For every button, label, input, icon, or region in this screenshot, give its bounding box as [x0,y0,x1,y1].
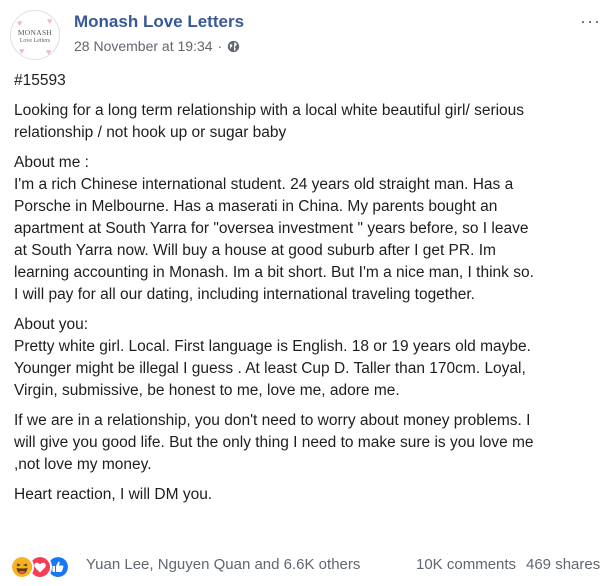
post-paragraph-relationship: If we are in a relationship, you don't n… [14,410,604,476]
post-header: ♥ ♥ ♥ ♥ MONASH Love Letters Monash Love … [10,10,603,60]
post-timestamp[interactable]: 28 November at 19:34 [74,38,213,54]
post-line: If we are in a relationship, you don't n… [14,412,531,429]
post-line: About you: [14,316,89,333]
post-line: About me : [14,154,89,171]
page-name-link[interactable]: Monash Love Letters [74,12,244,32]
shares-count-link[interactable]: 469 shares [526,556,600,573]
post-paragraph-closing: Heart reaction, I will DM you. [14,484,604,506]
post-body: #15593 Looking for a long term relations… [14,70,604,514]
post-meta: 28 November at 19:34 · [74,38,240,54]
post-line: I'm a rich Chinese international student… [14,176,514,193]
comments-count-link[interactable]: 10K comments [416,556,516,573]
globe-icon[interactable] [227,40,240,53]
avatar-logo-text: MONASH [17,28,53,37]
meta-separator: · [217,38,223,54]
post-line: apartment at South Yarra for "oversea in… [14,220,529,237]
post-line: Pretty white girl. Local. First language… [14,338,531,355]
post-line: learning accounting in Monash. Im a bit … [14,264,534,281]
heart-decoration-icon: ♥ [19,46,25,56]
post-line: ,not love my money. [14,456,152,473]
haha-reaction-icon[interactable] [10,555,34,579]
post-line: Heart reaction, I will DM you. [14,486,213,503]
heart-decoration-icon: ♥ [47,16,53,26]
post-line: Virgin, submissive, be honest to me, lov… [14,382,400,399]
reaction-summary-link[interactable]: Yuan Lee, Nguyen Quan and 6.6K others [86,556,360,573]
post-line: Looking for a long term relationship wit… [14,102,525,119]
post-line: #15593 [14,72,66,89]
post-tag: #15593 [14,70,604,92]
page-avatar[interactable]: ♥ ♥ ♥ ♥ MONASH Love Letters [10,10,60,60]
more-options-icon[interactable]: ··· [580,12,601,30]
post-line: will give you good life. But the only th… [14,434,534,451]
post-line: Younger might be illegal I guess . At le… [14,360,526,377]
heart-decoration-icon: ♥ [17,18,23,28]
heart-decoration-icon: ♥ [46,47,52,57]
post-footer: Yuan Lee, Nguyen Quan and 6.6K others 10… [10,553,603,579]
post-paragraph-intro: Looking for a long term relationship wit… [14,100,604,144]
post-paragraph-about-me: About me : I'm a rich Chinese internatio… [14,152,604,306]
post-line: relationship / not hook up or sugar baby [14,124,287,141]
post-line: at South Yarra now. Will buy a house at … [14,242,496,259]
post-line: Porsche in Melbourne. Has a maserati in … [14,198,498,215]
post-paragraph-about-you: About you: Pretty white girl. Local. Fir… [14,314,604,402]
avatar-logo-subtext: Love Letters [19,38,51,44]
post-line: I will pay for all our dating, including… [14,286,475,303]
